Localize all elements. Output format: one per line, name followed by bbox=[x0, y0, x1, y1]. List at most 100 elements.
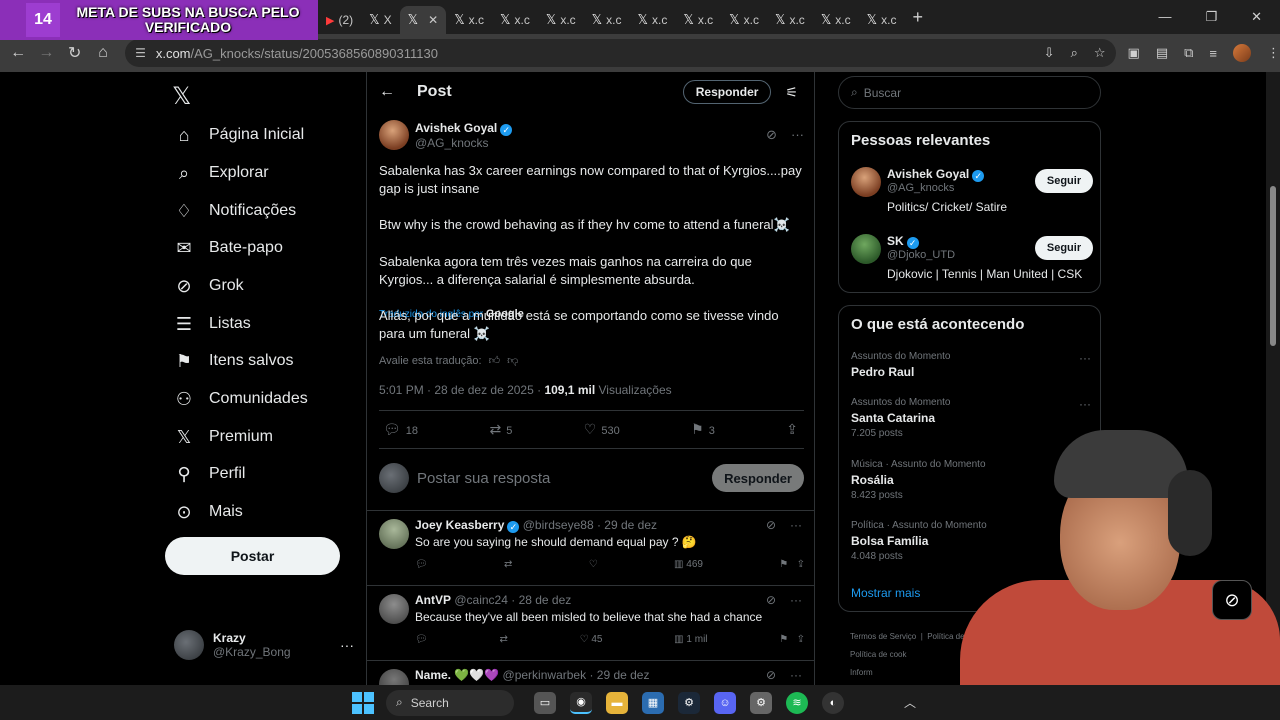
sidebar-item-notifications[interactable]: ♢ Notificações bbox=[172, 196, 296, 226]
url-input[interactable]: ☰ x.com/AG_knocks/status/200536856089031… bbox=[125, 39, 1116, 67]
reply-icon[interactable]: 💬︎ bbox=[415, 559, 428, 570]
tab-x[interactable]: 𝕏x.c bbox=[675, 6, 721, 34]
x-logo-icon[interactable]: 𝕏 bbox=[172, 82, 191, 110]
more-dots-icon[interactable]: ··· bbox=[791, 127, 804, 143]
star-icon[interactable]: ☆ bbox=[1094, 45, 1106, 61]
grok-icon[interactable]: ⊘ bbox=[766, 593, 776, 607]
more-dots-icon[interactable]: ··· bbox=[1079, 351, 1091, 365]
more-dots-icon[interactable]: ··· bbox=[1079, 397, 1091, 411]
views-button[interactable]: ▥ 469 bbox=[674, 559, 703, 570]
extension-icon[interactable]: ▤ bbox=[1156, 45, 1168, 61]
minimize-icon[interactable]: — bbox=[1158, 9, 1171, 25]
tab-x[interactable]: 𝕏x.c bbox=[584, 6, 630, 34]
windows-start-icon[interactable] bbox=[352, 691, 374, 714]
repost-icon[interactable]: ⇄ bbox=[499, 634, 507, 645]
forward-arrow-icon[interactable]: → bbox=[32, 44, 60, 62]
grok-icon[interactable]: ⊘ bbox=[766, 668, 776, 682]
settings-icon[interactable]: ⚙ bbox=[750, 691, 772, 714]
follow-button[interactable]: Seguir bbox=[1035, 169, 1093, 193]
chrome-icon[interactable]: ◉ bbox=[570, 691, 592, 714]
post-button[interactable]: Postar bbox=[165, 537, 340, 575]
filter-icon[interactable]: ⚟ bbox=[785, 84, 798, 101]
grok-floating-button[interactable]: ⊘ bbox=[1212, 580, 1252, 620]
like-button[interactable]: ♡ 530 bbox=[584, 421, 620, 438]
tab-x[interactable]: 𝕏x.c bbox=[492, 6, 538, 34]
sidebar-item-grok[interactable]: ⊘ Grok bbox=[172, 271, 243, 301]
sidebar-item-more[interactable]: ⊙ Mais bbox=[172, 497, 242, 527]
tab-x-active[interactable]: 𝕏 ✕ bbox=[399, 6, 447, 34]
tab-x[interactable]: 𝕏x.c bbox=[446, 6, 492, 34]
home-icon[interactable]: ⌂ bbox=[89, 44, 117, 62]
sidebar-item-chat[interactable]: ✉ Bate-papo bbox=[172, 233, 282, 263]
reply-item[interactable]: Joey Keasberry ✓ @birdseye88 · 29 de dez … bbox=[367, 510, 814, 585]
back-arrow-icon[interactable]: ← bbox=[379, 83, 395, 101]
close-window-icon[interactable]: ✕ bbox=[1251, 9, 1262, 25]
bookmark-icon[interactable]: ⚑ ⇪ bbox=[779, 559, 805, 570]
search-input[interactable]: ⌕ Buscar bbox=[838, 76, 1101, 109]
show-more-link[interactable]: Mostrar mais bbox=[851, 586, 920, 600]
footer-link[interactable]: Inform bbox=[850, 668, 873, 677]
grok-icon[interactable]: ⊘ bbox=[766, 127, 777, 143]
bookmark-icon[interactable]: ⚑ ⇪ bbox=[779, 634, 805, 645]
views-button[interactable]: ▥ 1 mil bbox=[674, 634, 707, 645]
bookmark-button[interactable]: ⚑ 3 bbox=[691, 421, 715, 438]
thumbs-down-icon[interactable]: 👎︎ bbox=[507, 355, 518, 367]
avatar[interactable] bbox=[379, 519, 409, 549]
task-view-icon[interactable]: ▭ bbox=[534, 691, 556, 714]
reply-button[interactable]: 💬︎ 18 bbox=[383, 421, 418, 438]
share-button[interactable]: ⇪ bbox=[786, 421, 803, 438]
tab-x[interactable]: 𝕏x.c bbox=[630, 6, 676, 34]
close-tab-icon[interactable]: ✕ bbox=[428, 13, 438, 27]
more-dots-icon[interactable]: ··· bbox=[790, 593, 802, 607]
reply-input[interactable]: Postar sua resposta bbox=[417, 470, 550, 487]
install-icon[interactable]: ⇩ bbox=[1044, 45, 1055, 61]
sidebar-item-premium[interactable]: 𝕏 Premium bbox=[172, 422, 273, 452]
scrollbar-thumb[interactable] bbox=[1270, 186, 1276, 346]
tab-x[interactable]: 𝕏x.c bbox=[767, 6, 813, 34]
sidebar-item-bookmarks[interactable]: ⚑ Itens salvos bbox=[172, 346, 294, 376]
avatar[interactable] bbox=[379, 120, 409, 150]
author-handle[interactable]: @AG_knocks bbox=[415, 136, 512, 150]
tab-x[interactable]: 𝕏x.c bbox=[859, 6, 905, 34]
reply-pill-button[interactable]: Responder bbox=[682, 80, 772, 104]
maximize-icon[interactable]: ❐ bbox=[1205, 9, 1217, 25]
zoom-icon[interactable]: ⌕ bbox=[1071, 45, 1078, 61]
avatar[interactable] bbox=[851, 234, 881, 264]
tab-x[interactable]: 𝕏x.c bbox=[721, 6, 767, 34]
footer-link[interactable]: Política de cook bbox=[850, 650, 906, 659]
sidebar-item-explore[interactable]: ⌕ Explorar bbox=[172, 158, 269, 188]
tab-x[interactable]: 𝕏x.c bbox=[538, 6, 584, 34]
reply-submit-button[interactable]: Responder bbox=[712, 464, 804, 492]
grok-icon[interactable]: ⊘ bbox=[766, 518, 776, 532]
store-icon[interactable]: ▦ bbox=[642, 691, 664, 714]
tab-x[interactable]: 𝕏X bbox=[361, 6, 400, 34]
file-explorer-icon[interactable]: ▬ bbox=[606, 691, 628, 714]
new-tab-button[interactable]: + bbox=[912, 7, 923, 28]
discord-icon[interactable]: ☺ bbox=[714, 691, 736, 714]
repost-button[interactable]: ⇄ 5 bbox=[489, 421, 512, 438]
taskbar-search[interactable]: ⌕ Search bbox=[386, 689, 514, 716]
repost-icon[interactable]: ⇄ bbox=[504, 559, 512, 570]
reply-item[interactable]: AntVP @cainc24 · 28 de dez ⊘ ··· Because … bbox=[367, 585, 814, 660]
extension-icon[interactable]: ▣ bbox=[1128, 45, 1140, 61]
menu-icon[interactable]: ⋮ bbox=[1267, 45, 1280, 61]
more-dots-icon[interactable]: ··· bbox=[340, 637, 354, 653]
footer-link[interactable]: Termos de Serviço bbox=[850, 632, 916, 641]
more-dots-icon[interactable]: ··· bbox=[790, 518, 802, 532]
tab-x[interactable]: 𝕏x.c bbox=[813, 6, 859, 34]
like-button[interactable]: ♡ 45 bbox=[580, 634, 603, 645]
avatar[interactable] bbox=[379, 594, 409, 624]
reply-icon[interactable]: 💬︎ bbox=[415, 634, 428, 645]
tray-overflow-icon[interactable]: ︿ bbox=[904, 694, 916, 711]
site-settings-icon[interactable]: ☰ bbox=[135, 46, 146, 60]
sidebar-item-home[interactable]: ⌂ Página Inicial bbox=[172, 120, 305, 150]
puzzle-icon[interactable]: ⧉ bbox=[1184, 45, 1193, 61]
sidebar-item-communities[interactable]: ⚇ Comunidades bbox=[172, 384, 308, 414]
profile-avatar[interactable] bbox=[1233, 44, 1251, 62]
account-switcher[interactable]: Krazy @Krazy_Bong ··· bbox=[174, 630, 354, 660]
trend-item[interactable]: Assuntos do Momento Pedro Raul ··· bbox=[851, 351, 1091, 379]
back-arrow-icon[interactable]: ← bbox=[4, 44, 32, 62]
obs-icon[interactable]: ◐ bbox=[822, 691, 844, 714]
tab-youtube[interactable]: ▶ (2) bbox=[318, 6, 361, 34]
follow-button[interactable]: Seguir bbox=[1035, 236, 1093, 260]
